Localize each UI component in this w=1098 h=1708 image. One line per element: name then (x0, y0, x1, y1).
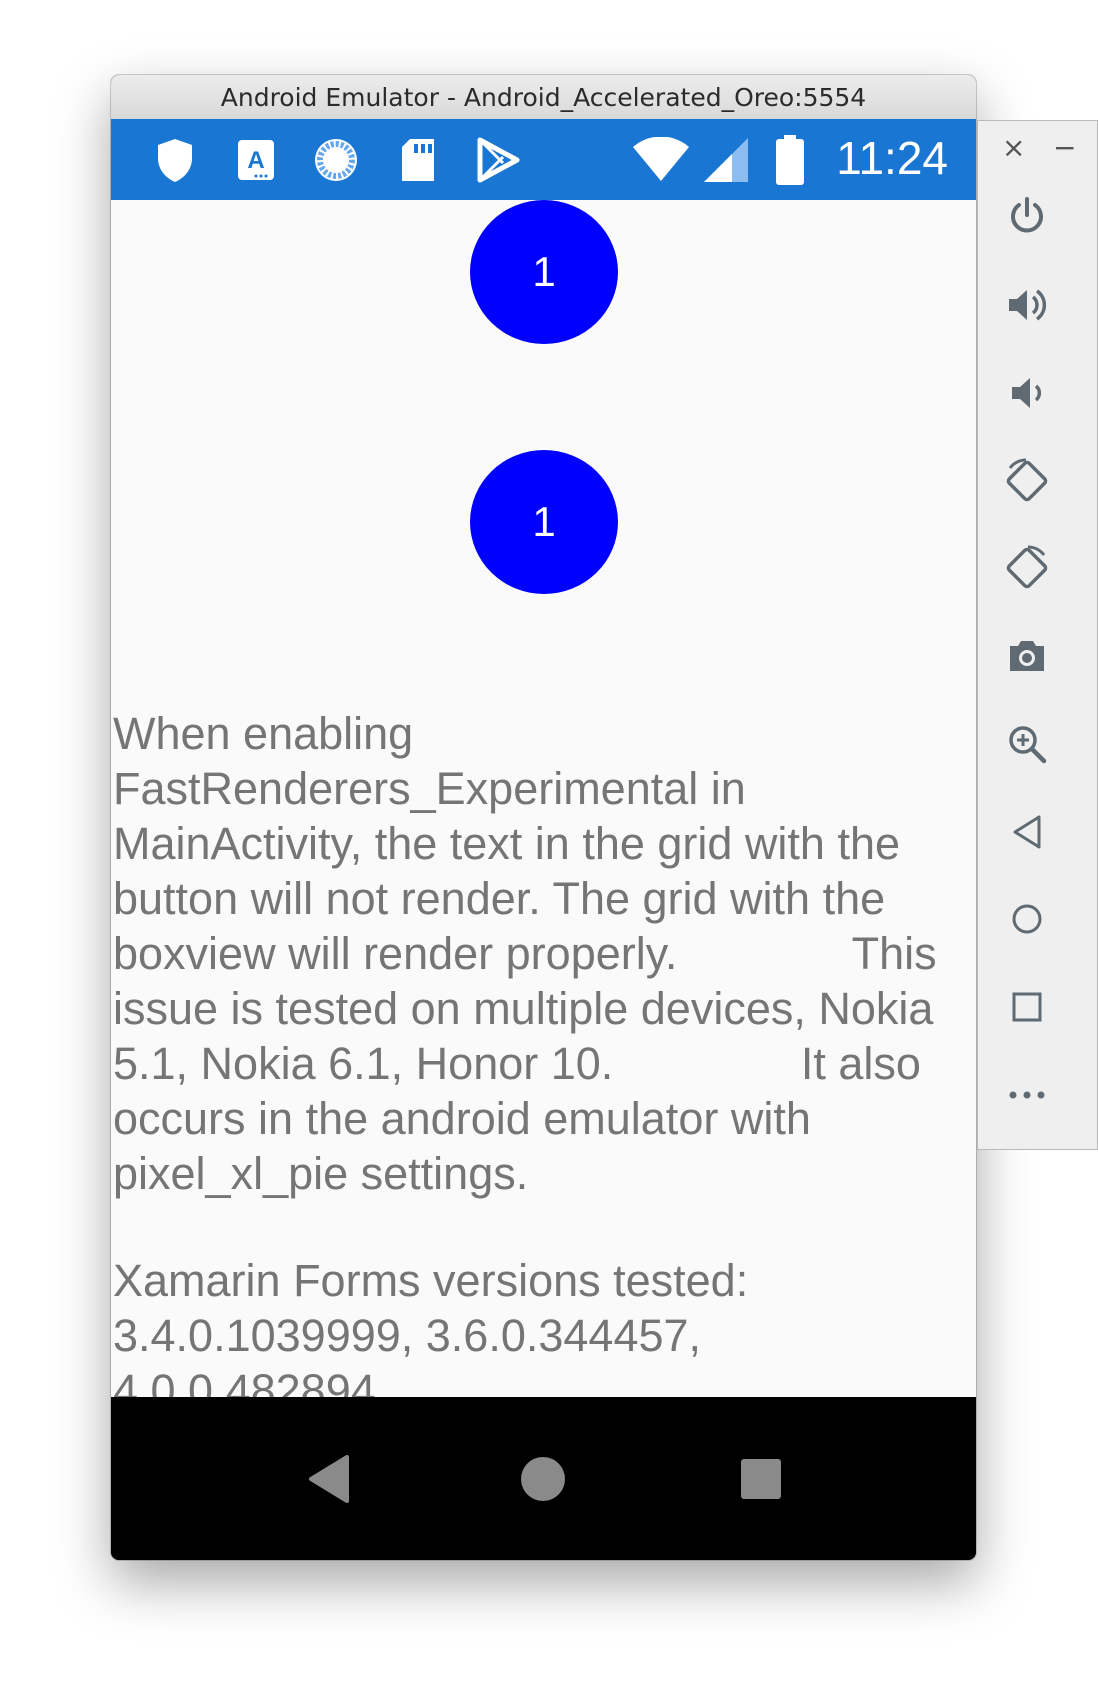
sync-progress-icon (309, 133, 363, 187)
shield-icon (148, 133, 202, 187)
emulator-side-toolbar: × − (977, 120, 1098, 1150)
app-content: 1 1 When enabling FastRenderers_Experime… (111, 200, 976, 1397)
power-icon[interactable] (1000, 189, 1054, 243)
circle-top-label: 1 (532, 248, 556, 295)
close-icon[interactable]: × (1002, 131, 1025, 164)
back-icon[interactable] (1000, 805, 1054, 859)
camera-icon[interactable] (1000, 629, 1054, 683)
status-bar: A 11:24 (111, 119, 976, 200)
status-clock: 11:24 (836, 132, 948, 184)
navigation-bar (111, 1397, 976, 1560)
wifi-icon (631, 133, 691, 187)
home-icon[interactable] (508, 1444, 578, 1514)
home-icon[interactable] (1000, 892, 1054, 946)
sd-card-icon (391, 133, 445, 187)
back-icon[interactable] (294, 1444, 364, 1514)
description-text: When enabling FastRenderers_Experimental… (113, 708, 937, 1199)
more-icon[interactable] (1000, 1068, 1054, 1122)
zoom-icon[interactable] (1000, 717, 1054, 771)
app-a-icon: A (229, 133, 283, 187)
versions-text: Xamarin Forms versions tested: 3.4.0.103… (113, 1255, 749, 1397)
cell-signal-icon (699, 133, 753, 187)
recents-icon[interactable] (726, 1444, 796, 1514)
circle-button-top[interactable]: 1 (470, 200, 618, 344)
svg-text:A: A (247, 147, 264, 174)
circle-bottom-label: 1 (532, 498, 556, 545)
rotate-left-icon[interactable] (1000, 454, 1054, 508)
volume-up-icon[interactable] (1000, 278, 1054, 332)
circle-boxview-bottom: 1 (470, 450, 618, 594)
window-title: Android Emulator - Android_Accelerated_O… (111, 75, 976, 120)
battery-icon (763, 133, 817, 187)
play-store-icon (471, 133, 525, 187)
minimize-icon[interactable]: − (1053, 131, 1076, 164)
emulator-window: Android Emulator - Android_Accelerated_O… (111, 75, 976, 1560)
volume-down-icon[interactable] (1000, 366, 1054, 420)
rotate-right-icon[interactable] (1000, 541, 1054, 595)
overview-icon[interactable] (1000, 980, 1054, 1034)
